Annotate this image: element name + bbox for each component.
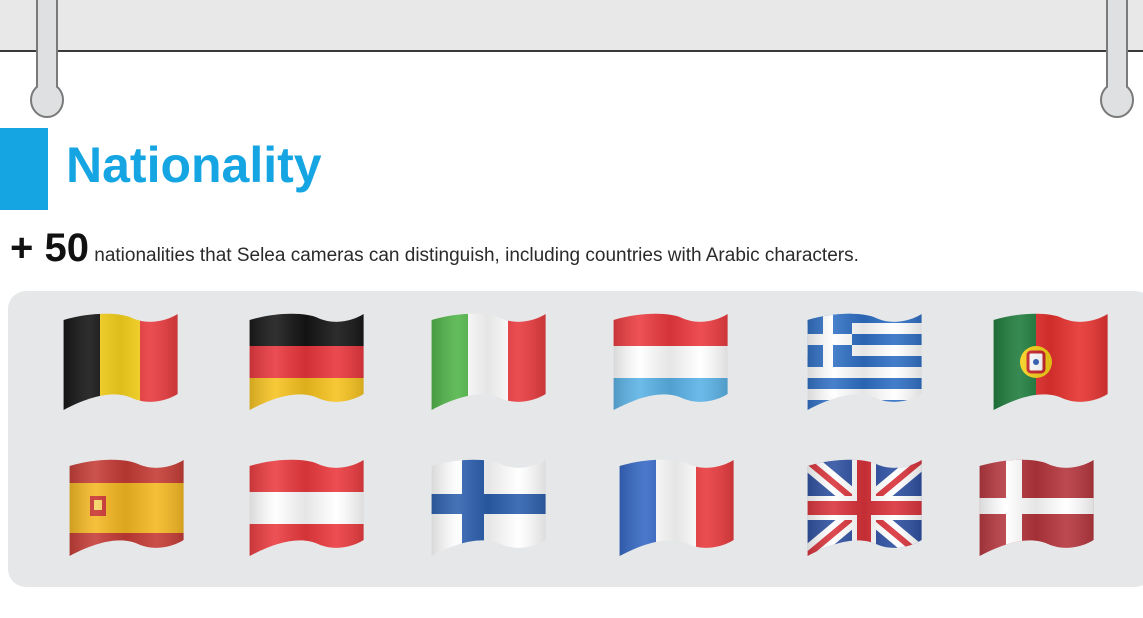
right-hanger-icon bbox=[1100, 0, 1134, 118]
austria-flag-icon bbox=[249, 459, 364, 557]
uk-flag-icon bbox=[807, 459, 922, 557]
italy-flag-icon bbox=[431, 313, 546, 411]
belgium-flag-icon bbox=[63, 313, 178, 411]
finland-flag-icon bbox=[431, 459, 546, 557]
title-accent-bar bbox=[0, 128, 48, 210]
section-subtitle: + 50 nationalities that Selea cameras ca… bbox=[10, 222, 859, 283]
top-band bbox=[0, 0, 1143, 52]
luxembourg-flag-icon bbox=[613, 313, 728, 411]
greece-flag-icon bbox=[807, 313, 922, 411]
left-hanger-icon bbox=[30, 0, 64, 118]
spain-flag-icon bbox=[69, 459, 184, 557]
nationality-description: nationalities that Selea cameras can dis… bbox=[88, 245, 859, 266]
portugal-flag-icon bbox=[993, 313, 1108, 411]
germany-flag-icon bbox=[249, 313, 364, 411]
section-title: Nationality bbox=[66, 137, 322, 193]
france-flag-icon bbox=[619, 459, 734, 557]
denmark-flag-icon bbox=[979, 459, 1094, 557]
nationality-count: + 50 bbox=[10, 226, 89, 270]
